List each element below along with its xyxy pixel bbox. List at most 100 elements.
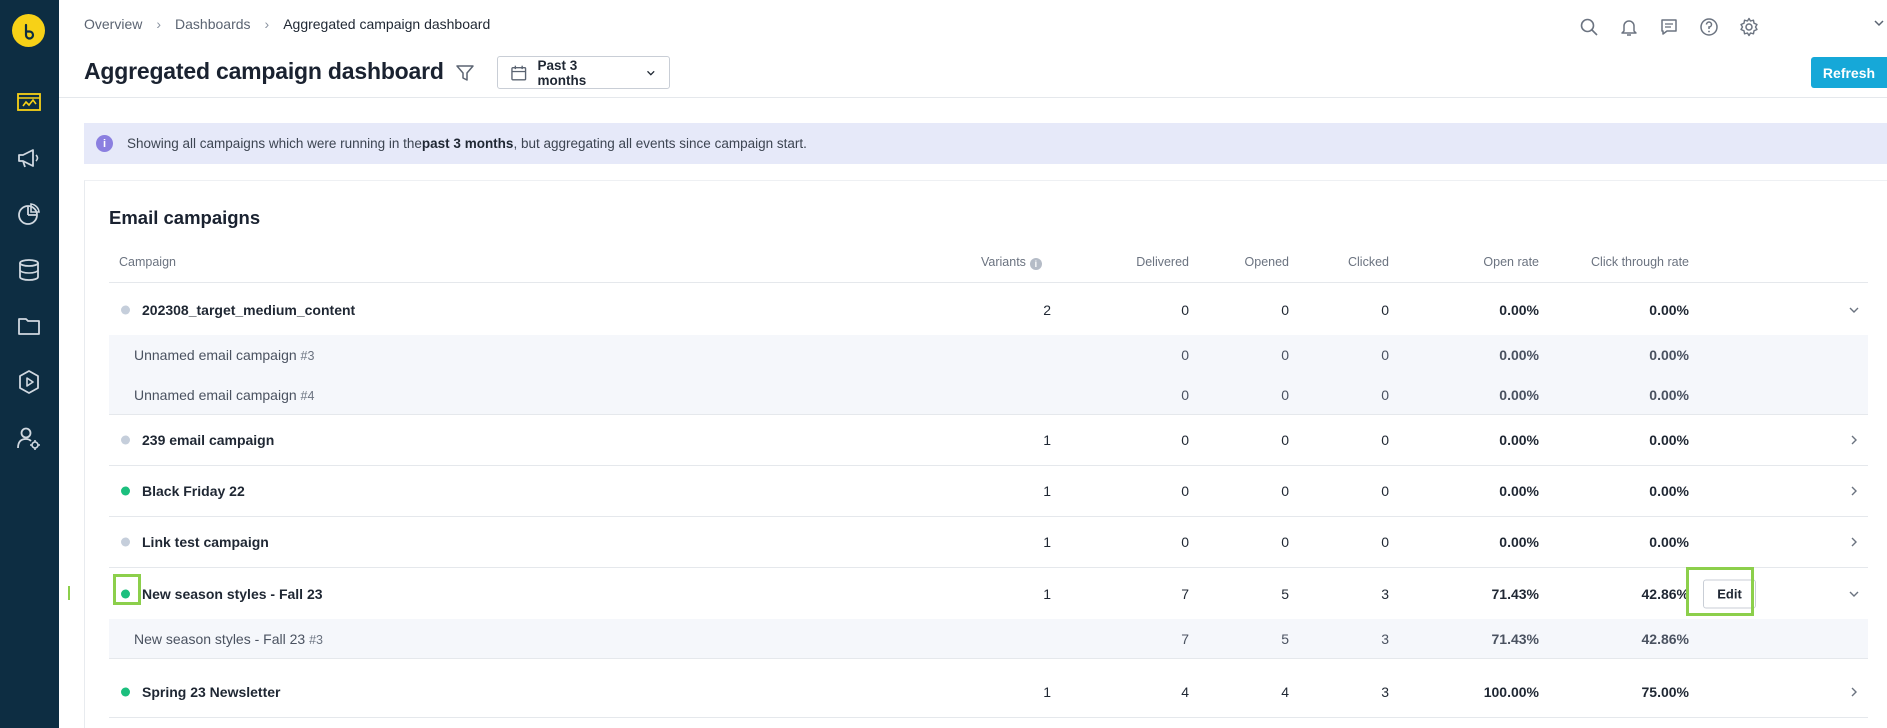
topbar-actions (1576, 14, 1762, 40)
logo[interactable] (12, 14, 45, 47)
database-icon[interactable] (14, 255, 44, 285)
table-row[interactable]: Spring 23 Newsletter 1 4 4 3 100.00% 75.… (109, 667, 1868, 718)
user-settings-icon[interactable] (14, 423, 44, 453)
opened-value: 5 (1281, 585, 1289, 602)
opened-value: 0 (1281, 534, 1289, 550)
ctr-value: 0.00% (1649, 483, 1689, 499)
chevron-down-icon[interactable] (1872, 16, 1886, 30)
opened-value: 4 (1281, 684, 1289, 700)
search-icon[interactable] (1576, 14, 1602, 40)
chevron-right-icon[interactable] (1848, 434, 1860, 446)
ctr-value: 42.86% (1641, 585, 1689, 602)
clicked-value: 0 (1381, 534, 1389, 550)
table-subrow[interactable]: Unnamed email campaign #4 0 0 0 0.00% 0.… (109, 375, 1868, 415)
open-rate-value: 71.43% (1491, 630, 1539, 647)
opened-value: 0 (1281, 386, 1289, 403)
table-subrow[interactable]: Unnamed email campaign #3 0 0 0 0.00% 0.… (109, 335, 1868, 375)
gear-icon[interactable] (1736, 14, 1762, 40)
status-dot (121, 589, 130, 598)
opened-value: 0 (1281, 347, 1289, 363)
info-banner: i Showing all campaigns which were runni… (84, 123, 1887, 164)
breadcrumb-overview[interactable]: Overview (84, 16, 142, 32)
chevron-right-icon[interactable] (1848, 686, 1860, 698)
campaign-name: Black Friday 22 (142, 483, 245, 499)
status-dot (121, 486, 130, 496)
chevron-right-icon[interactable] (1848, 536, 1860, 548)
table-row[interactable]: 202308_target_medium_content 2 0 0 0 0.0… (109, 284, 1868, 335)
header-clicked[interactable]: Clicked (1289, 255, 1389, 269)
edit-button[interactable]: Edit (1703, 579, 1756, 608)
open-rate-value: 0.00% (1499, 386, 1539, 403)
ctr-value: 0.00% (1649, 432, 1689, 448)
header-click-through-rate[interactable]: Click through rate (1539, 255, 1689, 269)
header-opened[interactable]: Opened (1189, 255, 1289, 269)
bell-icon[interactable] (1616, 14, 1642, 40)
section-title: Email campaigns (109, 207, 261, 228)
delivered-value: 0 (1181, 347, 1189, 363)
variant-name-label: Unnamed email campaign (134, 347, 297, 363)
variants-value: 1 (1043, 684, 1051, 700)
variant-index: #4 (300, 388, 315, 403)
delivered-value: 4 (1181, 684, 1189, 700)
folder-icon[interactable] (14, 311, 44, 341)
chevron-right-icon: › (156, 16, 162, 32)
status-dot (121, 435, 130, 445)
refresh-button[interactable]: Refresh (1811, 57, 1887, 88)
opened-value: 0 (1281, 432, 1289, 448)
sidebar (0, 0, 59, 728)
date-range-picker[interactable]: Past 3 months (497, 56, 670, 89)
header-variants[interactable]: Variants i (981, 255, 1042, 270)
campaign-name: Spring 23 Newsletter (142, 684, 281, 700)
variant-name-label: New season styles - Fall 23 (134, 630, 306, 647)
delivered-value: 0 (1181, 386, 1189, 403)
table-subrow[interactable]: New season styles - Fall 23 #3 7 5 3 71.… (109, 619, 1868, 659)
ctr-value: 0.00% (1649, 386, 1689, 403)
open-rate-value: 0.00% (1499, 432, 1539, 448)
header-campaign[interactable]: Campaign (119, 255, 176, 269)
header-delivered[interactable]: Delivered (1089, 255, 1189, 269)
date-range-label: Past 3 months (537, 57, 587, 88)
info-icon[interactable]: i (1029, 258, 1042, 270)
variants-value: 1 (1043, 534, 1051, 550)
variant-index: #3 (300, 349, 315, 363)
campaign-name: 239 email campaign (142, 432, 275, 448)
opened-value: 0 (1281, 483, 1289, 499)
campaign-name: 202308_target_medium_content (142, 301, 356, 318)
table-row[interactable]: Link test campaign 1 0 0 0 0.00% 0.00% (109, 517, 1868, 568)
open-rate-value: 71.43% (1491, 585, 1539, 602)
filter-icon[interactable] (454, 62, 476, 84)
chevron-down-icon[interactable] (1848, 304, 1860, 316)
variant-name-label: Unnamed email campaign (134, 386, 297, 403)
opened-value: 0 (1281, 301, 1289, 318)
variants-value: 1 (1043, 432, 1051, 448)
header-open-rate[interactable]: Open rate (1389, 255, 1539, 269)
dashboard-icon[interactable] (14, 87, 44, 117)
chevron-down-icon[interactable] (1848, 588, 1860, 600)
pie-chart-icon[interactable] (14, 199, 44, 229)
breadcrumb-dashboards[interactable]: Dashboards (175, 16, 251, 32)
help-icon[interactable] (1696, 14, 1722, 40)
clicked-value: 0 (1381, 432, 1389, 448)
banner-text-before: Showing all campaigns which were running… (127, 136, 422, 151)
header-variants-label: Variants (981, 255, 1026, 269)
info-icon: i (96, 135, 113, 152)
table-header: Campaign Variants i Delivered Opened Clic… (109, 255, 1868, 283)
status-dot (121, 537, 130, 547)
delivered-value: 7 (1181, 585, 1189, 602)
table-row[interactable]: Black Friday 22 1 0 0 0 0.00% 0.00% (109, 466, 1868, 517)
chat-icon[interactable] (1656, 14, 1682, 40)
delivered-value: 7 (1181, 630, 1189, 647)
campaign-name: Link test campaign (142, 534, 269, 550)
ctr-value: 0.00% (1649, 301, 1689, 318)
table-row[interactable]: New season styles - Fall 23 1 7 5 3 71.4… (109, 568, 1868, 619)
megaphone-icon[interactable] (14, 143, 44, 173)
ctr-value: 42.86% (1641, 630, 1689, 647)
chevron-right-icon[interactable] (1848, 485, 1860, 497)
banner-text-after: , but aggregating all events since campa… (513, 136, 807, 151)
table-row[interactable]: 239 email campaign 1 0 0 0 0.00% 0.00% (109, 415, 1868, 466)
clicked-value: 0 (1381, 347, 1389, 363)
play-icon[interactable] (14, 367, 44, 397)
delivered-value: 0 (1181, 301, 1189, 318)
banner-text-bold: past 3 months (421, 136, 514, 151)
variants-value: 1 (1043, 585, 1051, 602)
